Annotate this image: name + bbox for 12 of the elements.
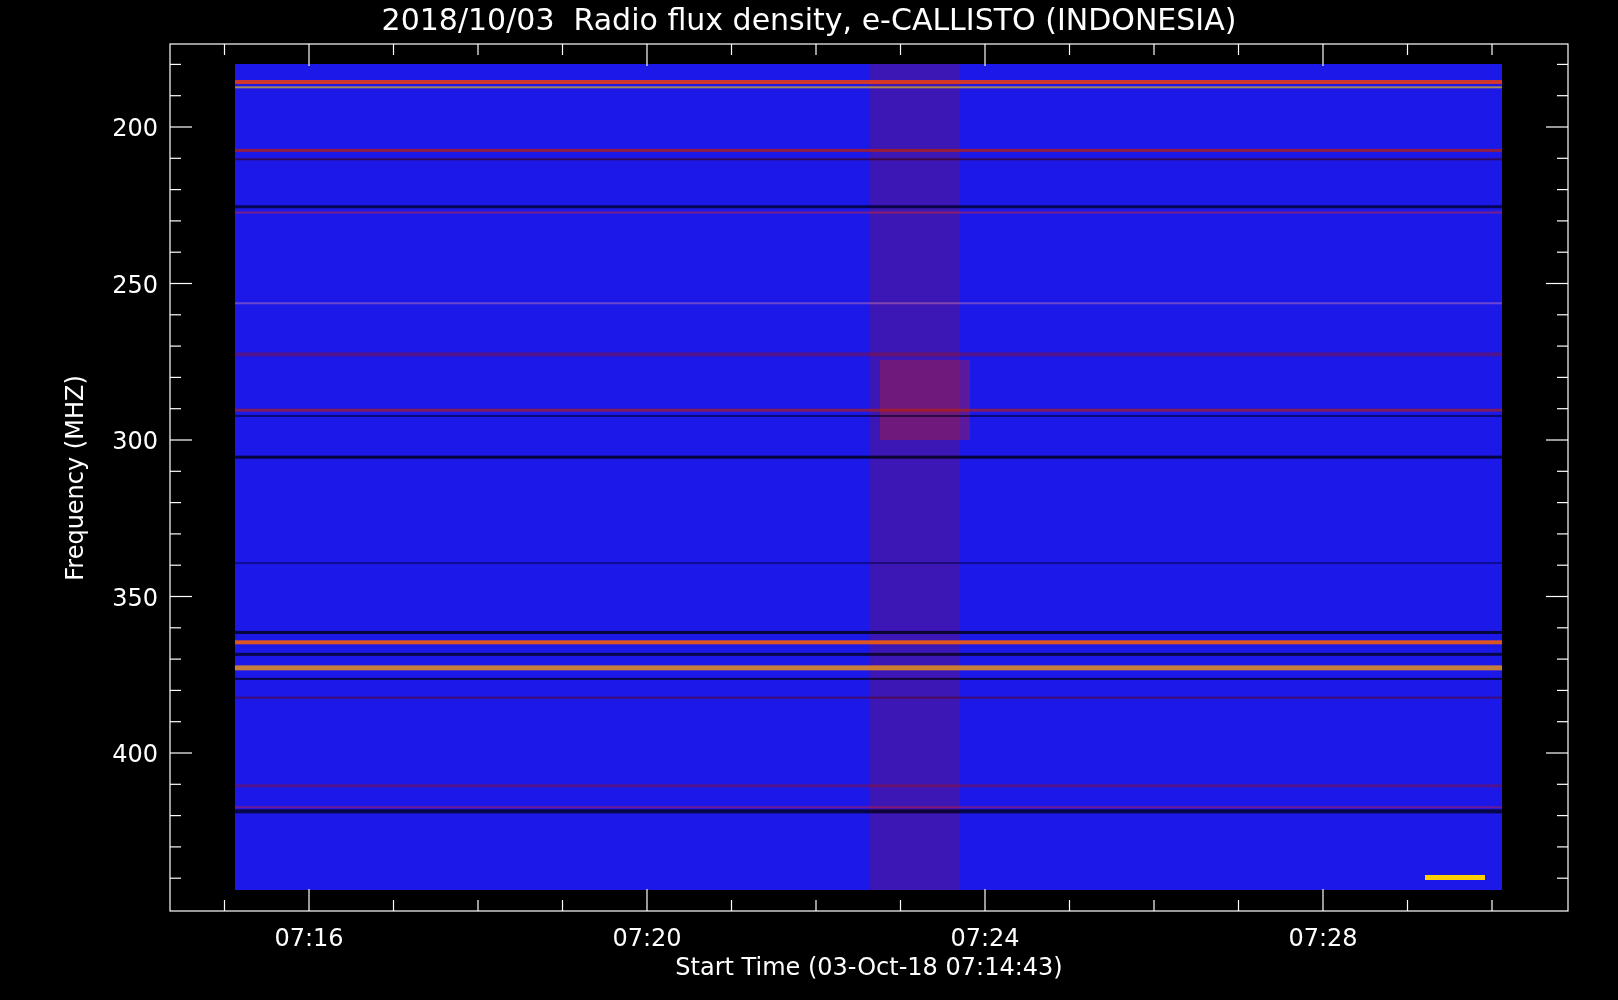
y-tick-label: 350 xyxy=(112,583,158,612)
x-tick-label: 07:16 xyxy=(274,924,344,952)
y-axis-label: Frequency (MHZ) xyxy=(61,375,89,581)
y-tick-label: 200 xyxy=(112,114,158,142)
x-tick-label: 07:20 xyxy=(612,924,682,952)
y-tick-label: 250 xyxy=(112,270,158,299)
chart-title: 2018/10/03 Radio flux density, e-CALLISTO (INDONESIA) xyxy=(381,2,1237,37)
x-tick-label: 07:24 xyxy=(950,924,1020,952)
y-tick-label: 400 xyxy=(112,740,158,768)
x-axis-label: Start Time (03-Oct-18 07:14:43) xyxy=(675,953,1063,981)
y-tick-label: 300 xyxy=(112,427,158,455)
x-tick-label: 07:28 xyxy=(1288,924,1358,952)
